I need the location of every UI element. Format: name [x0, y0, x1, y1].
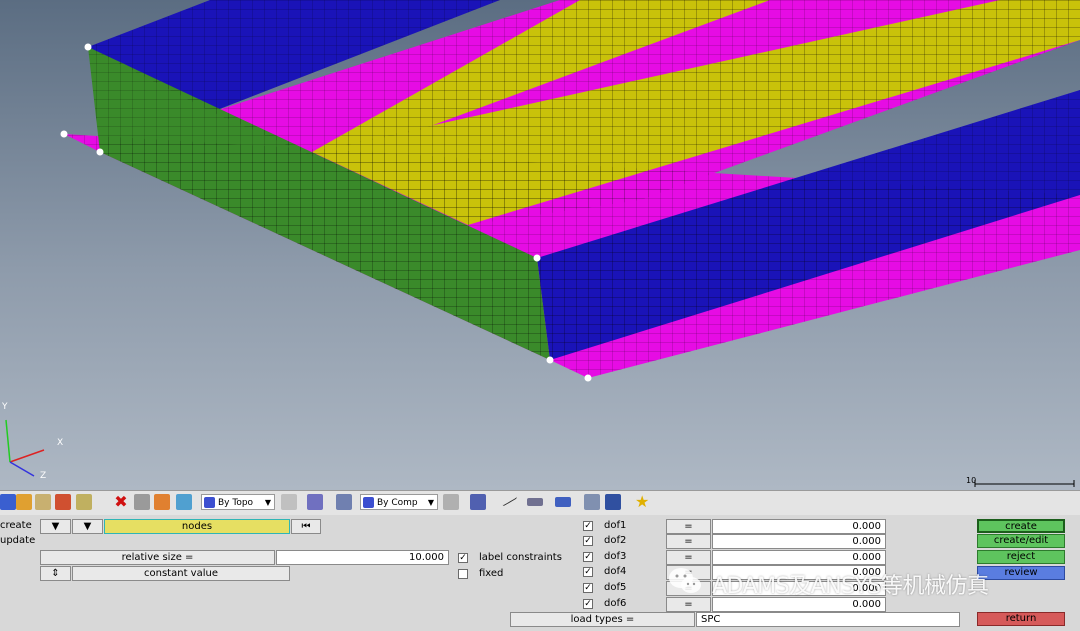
- constant-value-toggle[interactable]: constant value: [72, 566, 290, 581]
- dof5-label: dof5: [604, 582, 627, 593]
- display-icon[interactable]: [0, 494, 16, 510]
- label-constraints-label: label constraints: [479, 552, 562, 563]
- find-icon[interactable]: [16, 494, 32, 510]
- selection-mode-dropdown[interactable]: ▼: [72, 519, 103, 534]
- axis-triad: [5, 419, 45, 477]
- shell-icon[interactable]: [555, 497, 571, 507]
- graphics-viewport[interactable]: Y X Z 10: [0, 0, 1080, 490]
- sort-toggle-button[interactable]: ⇕: [40, 566, 71, 581]
- load-types-field[interactable]: SPC: [696, 612, 960, 627]
- node-marker: [60, 130, 68, 138]
- relative-size-label: relative size =: [40, 550, 275, 565]
- node-marker: [533, 254, 541, 262]
- curve-icon[interactable]: [281, 494, 297, 510]
- chevron-down-icon: ▼: [264, 498, 271, 507]
- relative-size-field[interactable]: 10.000: [276, 550, 449, 565]
- fixed-checkbox[interactable]: [458, 569, 468, 579]
- return-button[interactable]: return: [977, 612, 1065, 626]
- chevron-down-icon: ▼: [427, 498, 434, 507]
- radio-create[interactable]: create: [0, 519, 32, 532]
- load-types-label[interactable]: load types =: [510, 612, 695, 627]
- create-button[interactable]: create: [977, 519, 1065, 533]
- axis-z-label: Z: [40, 471, 47, 481]
- delete-icon[interactable]: ✖: [113, 494, 129, 510]
- dof2-eq-button[interactable]: =: [666, 534, 711, 549]
- fixed-label: fixed: [479, 568, 504, 579]
- watermark: ADAMS及ANSYS等机械仿真: [668, 562, 1068, 602]
- dof2-field[interactable]: 0.000: [712, 534, 886, 549]
- dof6-checkbox[interactable]: ✓: [583, 599, 593, 609]
- unmask-icon[interactable]: [55, 494, 71, 510]
- wechat-logo-icon: [669, 568, 701, 593]
- monitor-icon[interactable]: [605, 494, 621, 510]
- create-edit-button[interactable]: create/edit: [977, 534, 1065, 548]
- dof5-checkbox[interactable]: ✓: [583, 583, 593, 593]
- plane-icon[interactable]: [527, 498, 543, 506]
- dof1-checkbox[interactable]: ✓: [583, 521, 593, 531]
- dof3-label: dof3: [604, 551, 627, 562]
- dof2-label: dof2: [604, 535, 627, 546]
- comp-icon: [363, 497, 374, 508]
- node-marker: [96, 148, 104, 156]
- dof4-label: dof4: [604, 566, 627, 577]
- entity-selector[interactable]: nodes: [104, 519, 290, 534]
- scale-bar: [974, 480, 1075, 487]
- watermark-text: ADAMS及ANSYS等机械仿真: [712, 574, 989, 599]
- node-marker: [584, 374, 592, 382]
- transform-icon[interactable]: [176, 494, 192, 510]
- component-icon[interactable]: [154, 494, 170, 510]
- topo-icon: [204, 497, 215, 508]
- dof2-checkbox[interactable]: ✓: [583, 536, 593, 546]
- label-constraints-checkbox[interactable]: ✓: [458, 553, 468, 563]
- dof1-field[interactable]: 0.000: [712, 519, 886, 534]
- line-icon[interactable]: [498, 490, 518, 507]
- star-icon[interactable]: ★: [635, 494, 651, 510]
- reset-selection-button[interactable]: ⏮: [291, 519, 321, 534]
- dof4-checkbox[interactable]: ✓: [583, 567, 593, 577]
- topo-dropdown[interactable]: By Topo ▼: [201, 494, 275, 510]
- node-marker: [546, 356, 554, 364]
- solid-icon[interactable]: [336, 494, 352, 510]
- dof1-eq-button[interactable]: =: [666, 519, 711, 534]
- comp-dropdown[interactable]: By Comp ▼: [360, 494, 438, 510]
- radio-update[interactable]: update: [0, 534, 35, 547]
- mesh-model: [5, 0, 1080, 487]
- axis-x-label: X: [57, 438, 64, 448]
- dof6-label: dof6: [604, 598, 627, 609]
- wireframe-icon[interactable]: [443, 494, 459, 510]
- element-icon[interactable]: [584, 494, 600, 510]
- visualization-toolbar: ✖ By Topo ▼ By Comp ▼ ★: [0, 490, 1080, 516]
- show-all-icon[interactable]: [76, 494, 92, 510]
- scale-label: 10: [966, 476, 977, 485]
- node-marker: [84, 43, 92, 51]
- axis-y-label: Y: [2, 402, 8, 412]
- organize-icon[interactable]: [134, 494, 150, 510]
- dof1-label: dof1: [604, 520, 627, 531]
- dof3-checkbox[interactable]: ✓: [583, 552, 593, 562]
- surface-icon[interactable]: [307, 494, 323, 510]
- shaded-icon[interactable]: [470, 494, 486, 510]
- mask-icon[interactable]: [35, 494, 51, 510]
- entity-type-dropdown[interactable]: ▼: [40, 519, 71, 534]
